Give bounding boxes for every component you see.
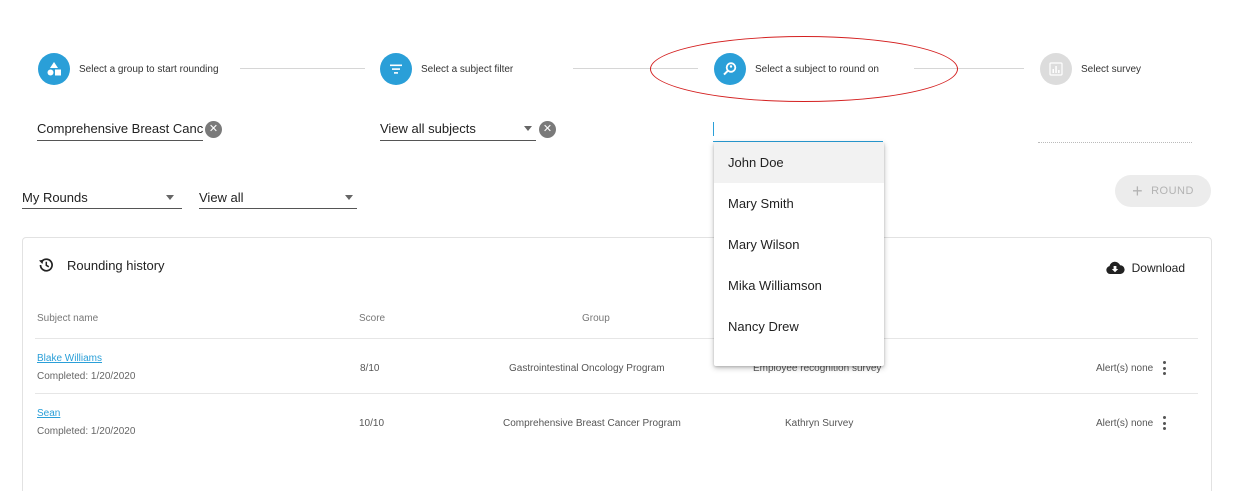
shapes-icon xyxy=(38,53,70,85)
filter-icon xyxy=(380,53,412,85)
round-button-label: ROUND xyxy=(1151,185,1194,197)
row-divider xyxy=(35,338,1198,339)
step-select-survey[interactable]: Select survey xyxy=(1040,52,1141,86)
rounds-select[interactable]: My Rounds xyxy=(22,187,182,209)
bar-chart-icon xyxy=(1040,53,1072,85)
subject-option[interactable]: John Doe xyxy=(714,142,884,183)
more-vert-icon[interactable] xyxy=(1163,416,1167,430)
rounds-select-value: My Rounds xyxy=(22,190,88,205)
download-button[interactable]: Download xyxy=(1105,260,1185,276)
view-select[interactable]: View all xyxy=(199,187,357,209)
column-header-score: Score xyxy=(359,313,386,324)
group-value: Gastrointestinal Oncology Program xyxy=(509,363,665,374)
card-title: Rounding history xyxy=(37,256,165,274)
plus-icon: + xyxy=(1132,180,1144,201)
step-label: Select a subject filter xyxy=(421,63,514,75)
history-icon xyxy=(39,258,53,272)
stepper-connector-1 xyxy=(240,68,365,69)
survey-value: Kathryn Survey xyxy=(785,418,854,429)
clear-group-icon[interactable]: ✕ xyxy=(205,121,222,138)
row-divider xyxy=(35,393,1198,394)
subject-link[interactable]: Sean xyxy=(37,408,60,419)
subject-link[interactable]: Blake Williams xyxy=(37,353,102,364)
group-field-value: Comprehensive Breast Canc xyxy=(37,121,203,136)
view-select-value: View all xyxy=(199,190,244,205)
column-header-subject: Subject name xyxy=(37,313,99,324)
more-vert-icon[interactable] xyxy=(1163,361,1167,375)
subject-filter-select[interactable]: View all subjects xyxy=(380,117,536,141)
alerts-value: Alert(s) none xyxy=(1096,363,1154,374)
annotation-ellipse xyxy=(650,36,958,102)
subject-option[interactable]: Nancy Drew xyxy=(714,306,884,347)
cloud-download-icon xyxy=(1105,261,1125,274)
subject-options-menu: John Doe Mary Smith Mary Wilson Mika Wil… xyxy=(714,142,884,366)
completed-date: Completed: 1/20/2020 xyxy=(37,371,136,382)
alerts-value: Alert(s) none xyxy=(1096,418,1154,429)
chevron-down-icon[interactable] xyxy=(166,195,174,200)
step-label: Select a group to start rounding xyxy=(79,63,219,75)
step-label: Select survey xyxy=(1081,63,1142,75)
chevron-down-icon[interactable] xyxy=(345,195,353,200)
chevron-down-icon[interactable] xyxy=(524,126,532,131)
add-round-button[interactable]: + ROUND xyxy=(1115,175,1211,207)
subject-option[interactable]: Mary Smith xyxy=(714,183,884,224)
step-select-group[interactable]: Select a group to start rounding xyxy=(38,52,219,86)
score-value: 8/10 xyxy=(360,363,380,374)
completed-date: Completed: 1/20/2020 xyxy=(37,426,136,437)
subject-option[interactable]: Mary Wilson xyxy=(714,224,884,265)
group-value: Comprehensive Breast Cancer Program xyxy=(503,418,681,429)
download-label: Download xyxy=(1131,261,1185,275)
subject-filter-value: View all subjects xyxy=(380,121,476,136)
subject-option[interactable]: Mika Williamson xyxy=(714,265,884,306)
card-title-text: Rounding history xyxy=(67,257,165,273)
survey-field-disabled xyxy=(1038,142,1192,143)
group-field[interactable]: Comprehensive Breast Canc xyxy=(37,117,203,141)
text-cursor xyxy=(713,122,714,136)
subject-search-input[interactable] xyxy=(713,118,883,142)
column-header-group: Group xyxy=(582,313,610,324)
rounding-history-card: Rounding history Download Subject name S… xyxy=(22,237,1212,491)
step-subject-filter[interactable]: Select a subject filter xyxy=(380,52,513,86)
clear-subject-filter-icon[interactable]: ✕ xyxy=(539,121,556,138)
score-value: 10/10 xyxy=(359,418,385,429)
